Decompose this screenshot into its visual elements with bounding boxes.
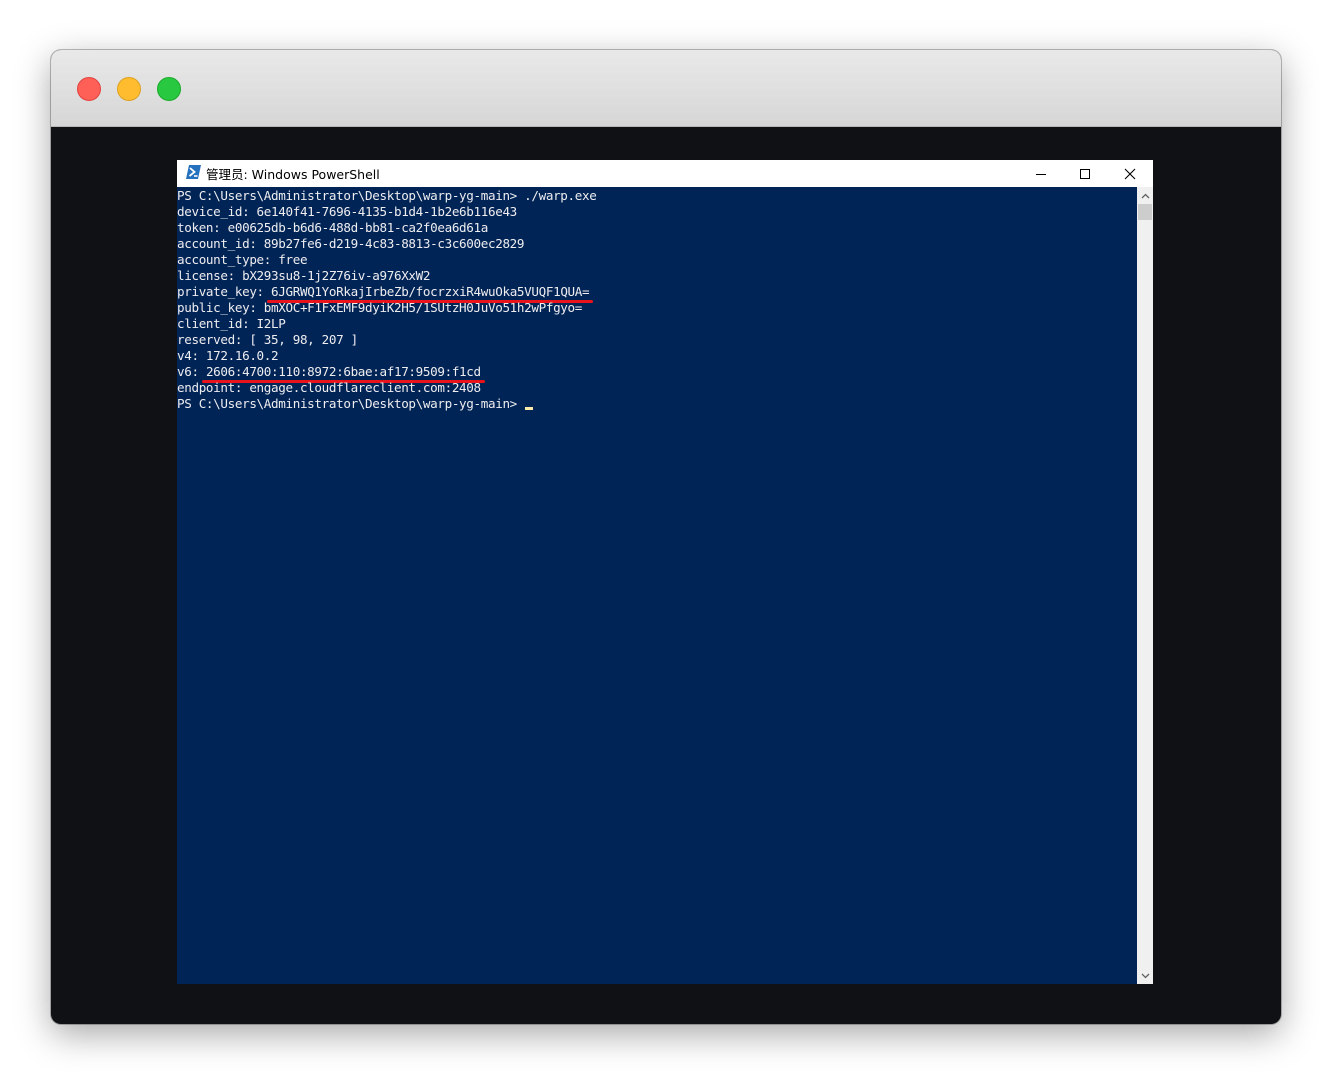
console-output[interactable]: PS C:\Users\Administrator\Desktop\warp-y… <box>177 187 1137 984</box>
private-key-value-highlighted: 6JGRWQ1YoRkajIrbeZb/focrzxiR4wuOka5VUQF1… <box>267 284 594 303</box>
v6-label: v6: <box>177 364 206 379</box>
current-prompt-line[interactable]: PS C:\Users\Administrator\Desktop\warp-y… <box>177 396 533 412</box>
output-license: license: bX293su8-1j2Z76iv-a976XxW2 <box>177 268 431 283</box>
output-private-key: private_key: 6JGRWQ1YoRkajIrbeZb/focrzxi… <box>177 284 594 303</box>
powershell-window: 管理员: Windows PowerShell PS C:\Users\Admi… <box>177 160 1153 984</box>
close-window-button[interactable] <box>77 77 101 101</box>
window-title: 管理员: Windows PowerShell <box>206 167 380 182</box>
output-account-id: account_id: 89b27fe6-d219-4c83-8813-c3c6… <box>177 236 525 251</box>
close-icon <box>1124 168 1136 179</box>
output-device-id: device_id: 6e140f41-7696-4135-b1d4-1b2e6… <box>177 204 517 219</box>
output-v4: v4: 172.16.0.2 <box>177 348 279 363</box>
scroll-up-button[interactable] <box>1137 187 1153 204</box>
text-cursor <box>524 407 533 410</box>
output-account-type: account_type: free <box>177 252 308 267</box>
private-key-label: private_key: <box>177 284 272 299</box>
minimize-button[interactable] <box>1018 160 1064 187</box>
vertical-scrollbar[interactable] <box>1137 187 1153 984</box>
prompt-line: PS C:\Users\Administrator\Desktop\warp-y… <box>177 188 597 203</box>
minimize-window-button[interactable] <box>117 77 141 101</box>
zoom-window-button[interactable] <box>157 77 181 101</box>
close-button[interactable] <box>1107 160 1153 187</box>
chevron-up-icon <box>1141 193 1149 198</box>
powershell-icon <box>186 165 201 179</box>
v6-value-highlighted: 2606:4700:110:8972:6bae:af17:9509:f1cd <box>201 364 485 383</box>
output-reserved: reserved: [ 35, 98, 207 ] <box>177 332 358 347</box>
minimize-icon <box>1036 173 1046 175</box>
output-client-id: client_id: I2LP <box>177 316 286 331</box>
powershell-titlebar[interactable]: 管理员: Windows PowerShell <box>177 160 1153 187</box>
maximize-icon <box>1080 168 1090 179</box>
mac-titlebar <box>51 50 1281 127</box>
scrollbar-thumb[interactable] <box>1138 204 1152 220</box>
output-public-key: public_key: bmXOC+F1FxEMF9dyiK2H5/1SUtzH… <box>177 300 582 315</box>
scroll-down-button[interactable] <box>1137 967 1153 984</box>
output-endpoint: endpoint: engage.cloudflareclient.com:24… <box>177 380 481 395</box>
maximize-button[interactable] <box>1062 160 1108 187</box>
output-v6: v6: 2606:4700:110:8972:6bae:af17:9509:f1… <box>177 364 485 383</box>
output-token: token: e00625db-b6d6-488d-bb81-ca2f0ea6d… <box>177 220 488 235</box>
prompt-text: PS C:\Users\Administrator\Desktop\warp-y… <box>177 396 517 411</box>
chevron-down-icon <box>1141 973 1149 978</box>
